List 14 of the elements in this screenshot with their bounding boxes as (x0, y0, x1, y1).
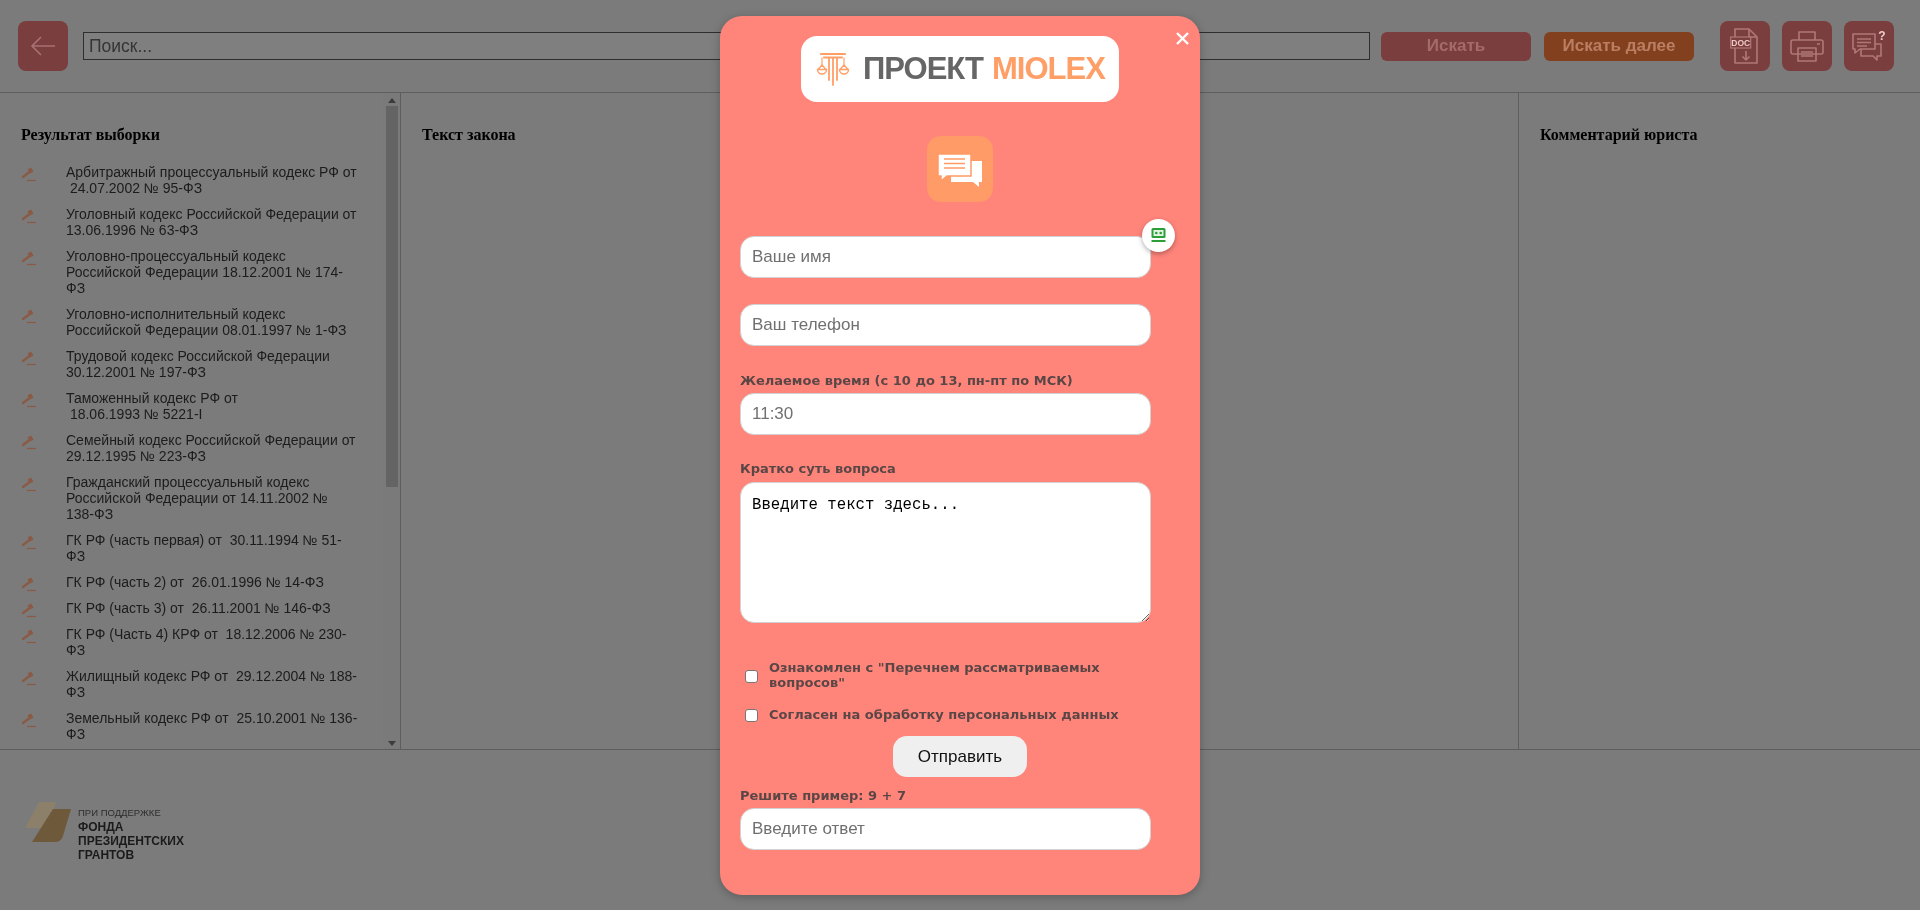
question-mark-label: ? (1878, 30, 1886, 43)
foundation-caption: ПРИ ПОДДЕРЖКЕ (78, 807, 162, 818)
captcha-label: Решите пример: 9 + 7 (740, 788, 907, 804)
checkbox-label: Ознакомлен с "Перечнем рассматриваемых вопросов" (769, 660, 1101, 690)
logo-brand: MIOLEX (991, 51, 1105, 87)
field-label: Желаемое время (с 10 до 13, пн-пт по МСК) (740, 373, 1073, 389)
checkbox-label: Согласен на обработку персональных данных (769, 706, 1120, 722)
field-label: Кратко суть вопроса (740, 461, 896, 477)
file-type-label: DOC (1731, 37, 1751, 48)
logo-title: ПРОЕКТ (863, 51, 983, 87)
panel-title: Комментарий юриста (1540, 126, 1698, 144)
panel-title: Результат выборки (21, 126, 160, 144)
foundation-name: ФОНДА ПРЕЗИДЕНТСКИХ ГРАНТОВ (78, 820, 184, 862)
panel-title: Текст закона (422, 126, 516, 144)
